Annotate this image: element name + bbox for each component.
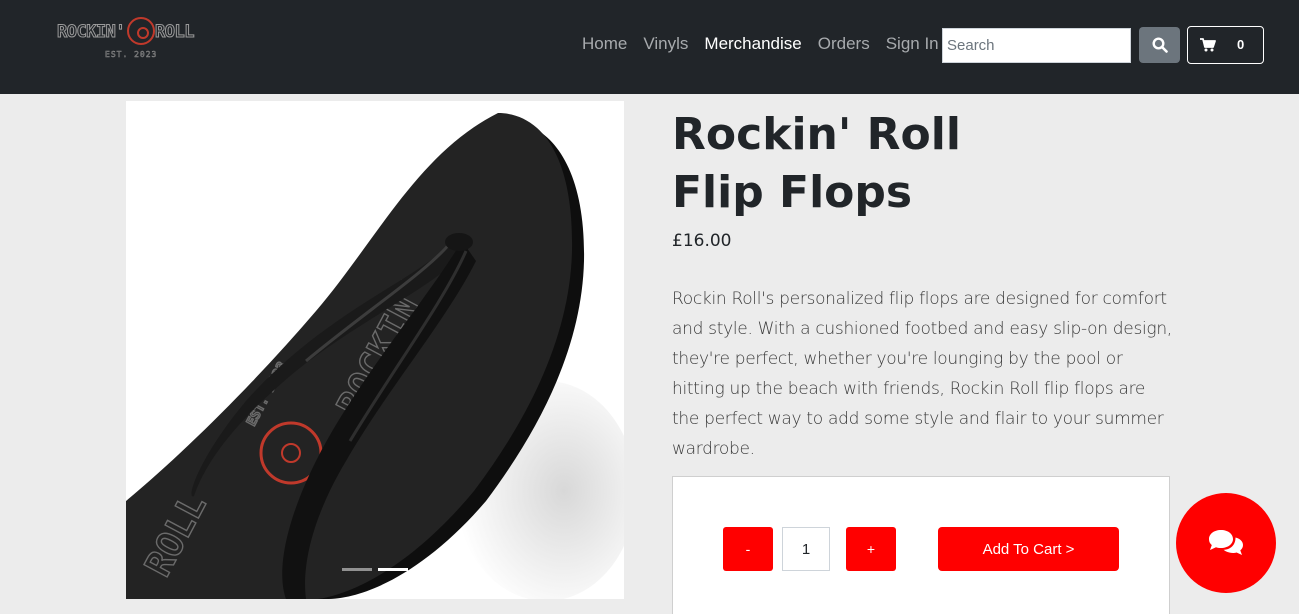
search-input[interactable]	[942, 28, 1131, 63]
quantity-increment-button[interactable]: +	[846, 527, 896, 571]
product-image-carousel[interactable]: ROCKIN' ROLL EST. 2023	[126, 101, 624, 599]
search-button[interactable]	[1139, 27, 1180, 63]
quantity-input[interactable]	[782, 527, 830, 571]
nav-orders[interactable]: Orders	[818, 34, 870, 54]
nav-merchandise[interactable]: Merchandise	[704, 34, 801, 54]
shopping-cart-icon	[1200, 38, 1216, 52]
product-price: £16.00	[672, 231, 732, 251]
product-title-line1: Rockin' Roll	[672, 109, 961, 160]
product-title: Rockin' Roll Flip Flops	[672, 106, 992, 222]
cart-button[interactable]: 0	[1187, 26, 1264, 64]
logo-established: EST. 2023	[105, 50, 158, 60]
chat-bubbles-icon	[1209, 530, 1243, 555]
add-to-cart-button[interactable]: Add To Cart >	[938, 527, 1119, 571]
carousel-indicator[interactable]	[342, 568, 372, 571]
nav-vinyls[interactable]: Vinyls	[643, 34, 688, 54]
site-logo[interactable]: ROCKIN' ROLL EST. 2023	[55, 16, 201, 64]
nav-home[interactable]: Home	[582, 34, 627, 54]
logo-text-roll: ROLL	[155, 22, 195, 43]
cart-count-badge: 0	[1237, 37, 1245, 52]
add-to-cart-panel: - + Add To Cart >	[672, 476, 1170, 614]
flip-flop-image: ROCKIN' ROLL EST. 2023	[126, 113, 624, 599]
search-icon	[1151, 37, 1168, 53]
main-nav: Home Vinyls Merchandise Orders Sign In	[582, 34, 955, 54]
carousel-indicator-active[interactable]	[378, 568, 408, 571]
logo-text-rockin: ROCKIN'	[56, 22, 126, 43]
carousel-indicators	[126, 568, 624, 571]
product-title-line2: Flip Flops	[672, 167, 913, 218]
chat-button[interactable]	[1176, 493, 1276, 593]
product-description: Rockin Roll's personalized flip flops ar…	[672, 289, 1172, 459]
quantity-decrement-button[interactable]: -	[723, 527, 773, 571]
navbar: ROCKIN' ROLL EST. 2023 Home Vinyls Merch…	[0, 0, 1299, 94]
nav-sign-in[interactable]: Sign In	[886, 34, 939, 54]
vinyl-record-icon	[127, 17, 155, 45]
